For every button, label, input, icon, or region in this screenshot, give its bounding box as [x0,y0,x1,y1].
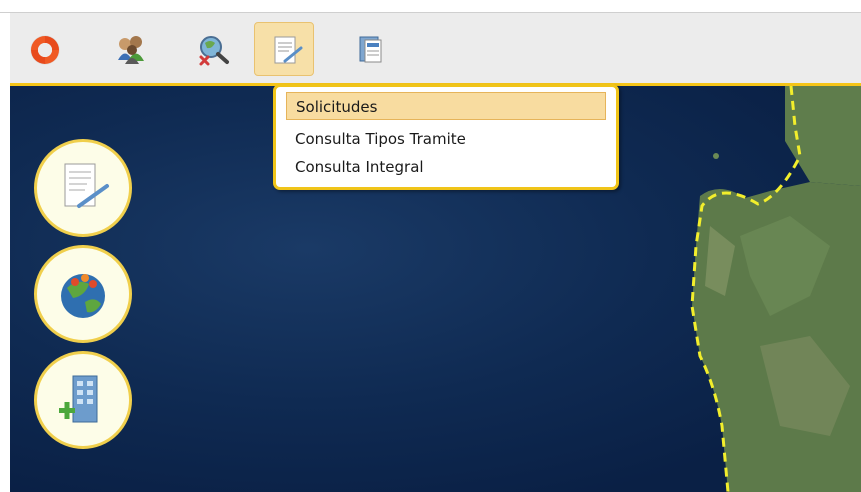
menu-item-consulta-tipos-tramite[interactable]: Consulta Tipos Tramite [286,125,606,153]
menu-item-label: Consulta Tipos Tramite [295,130,466,148]
side-building-button[interactable] [34,351,132,449]
menu-item-label: Consulta Integral [295,158,424,176]
lifebuoy-icon [30,35,60,65]
search-map-button[interactable] [182,22,242,76]
files-button[interactable] [338,22,398,76]
main-toolbar [10,13,861,86]
users-icon [118,36,144,64]
earth-pins-icon [61,274,105,318]
edit-document-icon [274,36,303,64]
folder-icon [359,36,382,63]
procedures-dropdown-menu: Solicitudes Consulta Tipos Tramite Consu… [273,84,619,190]
side-earth-button[interactable] [34,245,132,343]
window-top-strip [0,0,861,13]
side-document-button[interactable] [34,139,132,237]
left-page-edge [0,13,10,492]
menu-item-consulta-integral[interactable]: Consulta Integral [286,153,606,181]
menu-item-solicitudes[interactable]: Solicitudes [286,92,606,120]
help-button[interactable] [14,22,74,76]
users-button[interactable] [100,22,160,76]
building-add-icon [59,375,98,423]
search-globe-icon [199,36,229,66]
menu-item-label: Solicitudes [296,98,378,116]
document-edit-icon [64,163,109,208]
procedures-button[interactable] [254,22,314,76]
